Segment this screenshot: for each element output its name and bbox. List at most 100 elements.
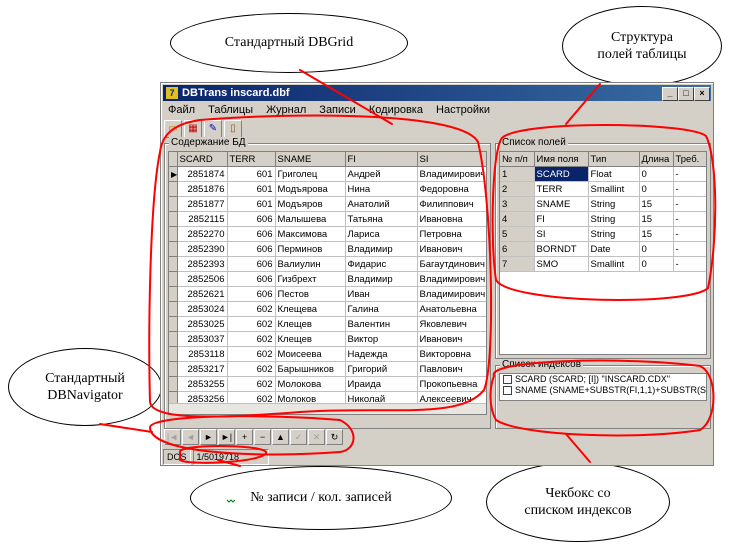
- fields-cell[interactable]: TERR: [534, 181, 589, 197]
- nav-last-button[interactable]: ►|: [218, 429, 235, 445]
- grid-cell[interactable]: Надежда: [345, 346, 418, 362]
- fields-cell[interactable]: SNAME: [534, 196, 589, 212]
- field-number-cell[interactable]: 2: [500, 181, 535, 197]
- nav-delete-button[interactable]: −: [254, 429, 271, 445]
- fields-cell[interactable]: SI: [534, 226, 589, 242]
- grid-cell[interactable]: Пестов: [275, 286, 346, 302]
- grid-cell[interactable]: Григорий: [345, 361, 418, 377]
- index-row[interactable]: SNAME (SNAME+SUBSTR(FI,1,1)+SUBSTR(SI,1,…: [500, 385, 706, 396]
- grid-cell[interactable]: Павлович: [417, 361, 486, 377]
- grid-cell[interactable]: 2851874: [177, 166, 228, 182]
- grid-cell[interactable]: Ираида: [345, 376, 418, 392]
- fields-cell[interactable]: SMO: [534, 256, 589, 272]
- grid-row[interactable]: 2852270 606 Максимова Лариса Петровна: [169, 226, 486, 242]
- fields-cell[interactable]: 0: [639, 181, 674, 197]
- fields-cell[interactable]: 15: [639, 211, 674, 227]
- grid-column-header[interactable]: TERR: [227, 152, 276, 167]
- grid-cell[interactable]: Иванович: [417, 241, 486, 257]
- fields-cell[interactable]: String: [588, 211, 640, 227]
- fields-cell[interactable]: String: [588, 226, 640, 242]
- fields-cell[interactable]: Float: [588, 166, 640, 182]
- grid-cell[interactable]: Багаутдинович: [417, 256, 486, 272]
- nav-refresh-button[interactable]: ↻: [326, 429, 343, 445]
- fields-cell[interactable]: -: [673, 256, 706, 272]
- grid-cell[interactable]: Перминов: [275, 241, 346, 257]
- fields-cell[interactable]: -: [673, 211, 706, 227]
- grid-cell[interactable]: 2851876: [177, 181, 228, 197]
- maximize-button[interactable]: □: [678, 87, 694, 101]
- grid-cell[interactable]: 2853255: [177, 376, 228, 392]
- grid-cell[interactable]: 2852270: [177, 226, 228, 242]
- nav-first-button[interactable]: |◄: [164, 429, 181, 445]
- grid-cell[interactable]: Модъярова: [275, 181, 346, 197]
- grid-cell[interactable]: 2853118: [177, 346, 228, 362]
- grid-cell[interactable]: Валентин: [345, 316, 418, 332]
- menu-records[interactable]: Записи: [314, 102, 361, 118]
- fields-grid[interactable]: № п/п Имя поля Тип Длина Треб. 1 SCARD Float 0-…: [499, 151, 707, 355]
- fields-cell[interactable]: -: [673, 241, 706, 257]
- grid-row[interactable]: ▶ 2851874 601 Григолец Андрей Владимирович: [169, 166, 486, 182]
- fields-row[interactable]: 5 SI String 15-: [500, 226, 706, 242]
- fields-cell[interactable]: -: [673, 166, 706, 182]
- grid-cell[interactable]: 2852621: [177, 286, 228, 302]
- grid-cell[interactable]: 602: [227, 376, 276, 392]
- grid-cell[interactable]: Иван: [345, 286, 418, 302]
- grid-cell[interactable]: Максимова: [275, 226, 346, 242]
- grid-cell[interactable]: Анатольевна: [417, 301, 486, 317]
- grid-row[interactable]: 2852390 606 Перминов Владимир Иванович: [169, 241, 486, 257]
- grid-cell[interactable]: 602: [227, 361, 276, 377]
- grid-column-header[interactable]: SI: [417, 152, 486, 167]
- fields-cell[interactable]: BORNDT: [534, 241, 589, 257]
- grid-cell[interactable]: Петровна: [417, 226, 486, 242]
- grid-cell[interactable]: 2853024: [177, 301, 228, 317]
- fields-cell[interactable]: 15: [639, 226, 674, 242]
- nav-edit-button[interactable]: ▲: [272, 429, 289, 445]
- grid-column-header[interactable]: SCARD: [177, 152, 228, 167]
- fields-column-header[interactable]: Длина: [639, 152, 674, 167]
- grid-cell[interactable]: Андрей: [345, 166, 418, 182]
- grid-cell[interactable]: Григолец: [275, 166, 346, 182]
- grid-cell[interactable]: Филиппович: [417, 196, 486, 212]
- grid-cell[interactable]: Галина: [345, 301, 418, 317]
- grid-cell[interactable]: 2853217: [177, 361, 228, 377]
- nav-post-button[interactable]: ✓: [290, 429, 307, 445]
- data-grid[interactable]: SCARD TERR SNAME FI SI ▶ 2851874 601 Григолец Ан…: [168, 151, 487, 415]
- grid-cell[interactable]: 2851877: [177, 196, 228, 212]
- minimize-button[interactable]: _: [662, 87, 678, 101]
- index-checkbox[interactable]: [503, 375, 512, 384]
- grid-cell[interactable]: Клещев: [275, 331, 346, 347]
- field-number-cell[interactable]: 6: [500, 241, 535, 257]
- grid-cell[interactable]: Виктор: [345, 331, 418, 347]
- grid-cell[interactable]: 602: [227, 331, 276, 347]
- new-document-icon[interactable]: ▯: [224, 120, 242, 138]
- grid-row[interactable]: 2851876 601 Модъярова Нина Федоровна: [169, 181, 486, 197]
- grid-cell[interactable]: Ивановна: [417, 211, 486, 227]
- fields-column-header[interactable]: Треб.: [673, 152, 706, 167]
- fields-cell[interactable]: Smallint: [588, 181, 640, 197]
- close-button[interactable]: ×: [694, 87, 710, 101]
- index-checkbox[interactable]: [503, 386, 512, 395]
- grid-row[interactable]: 2853024 602 Клещева Галина Анатольевна: [169, 301, 486, 317]
- fields-cell[interactable]: -: [673, 196, 706, 212]
- grid-cell[interactable]: 2852115: [177, 211, 228, 227]
- menu-settings[interactable]: Настройки: [431, 102, 495, 118]
- grid-cell[interactable]: Викторовна: [417, 346, 486, 362]
- fields-cell[interactable]: -: [673, 181, 706, 197]
- grid-cell[interactable]: Яковлевич: [417, 316, 486, 332]
- grid-cell[interactable]: Валиулин: [275, 256, 346, 272]
- grid-column-header[interactable]: SNAME: [275, 152, 346, 167]
- grid-cell[interactable]: Гизбрехт: [275, 271, 346, 287]
- grid-cell[interactable]: Моисеева: [275, 346, 346, 362]
- grid-cell[interactable]: 606: [227, 211, 276, 227]
- grid-cell[interactable]: Владимирович: [417, 286, 486, 302]
- grid-cell[interactable]: Владимир: [345, 241, 418, 257]
- grid-row[interactable]: 2852115 606 Малышева Татьяна Ивановна: [169, 211, 486, 227]
- fields-column-header[interactable]: Имя поля: [534, 152, 589, 167]
- grid-cell[interactable]: 606: [227, 241, 276, 257]
- fields-cell[interactable]: FI: [534, 211, 589, 227]
- grid-row[interactable]: 2853217 602 Барышников Григорий Павлович: [169, 361, 486, 377]
- fields-cell[interactable]: -: [673, 226, 706, 242]
- fields-cell[interactable]: String: [588, 196, 640, 212]
- fields-row[interactable]: 3 SNAME String 15-: [500, 196, 706, 212]
- grid-cell[interactable]: 606: [227, 256, 276, 272]
